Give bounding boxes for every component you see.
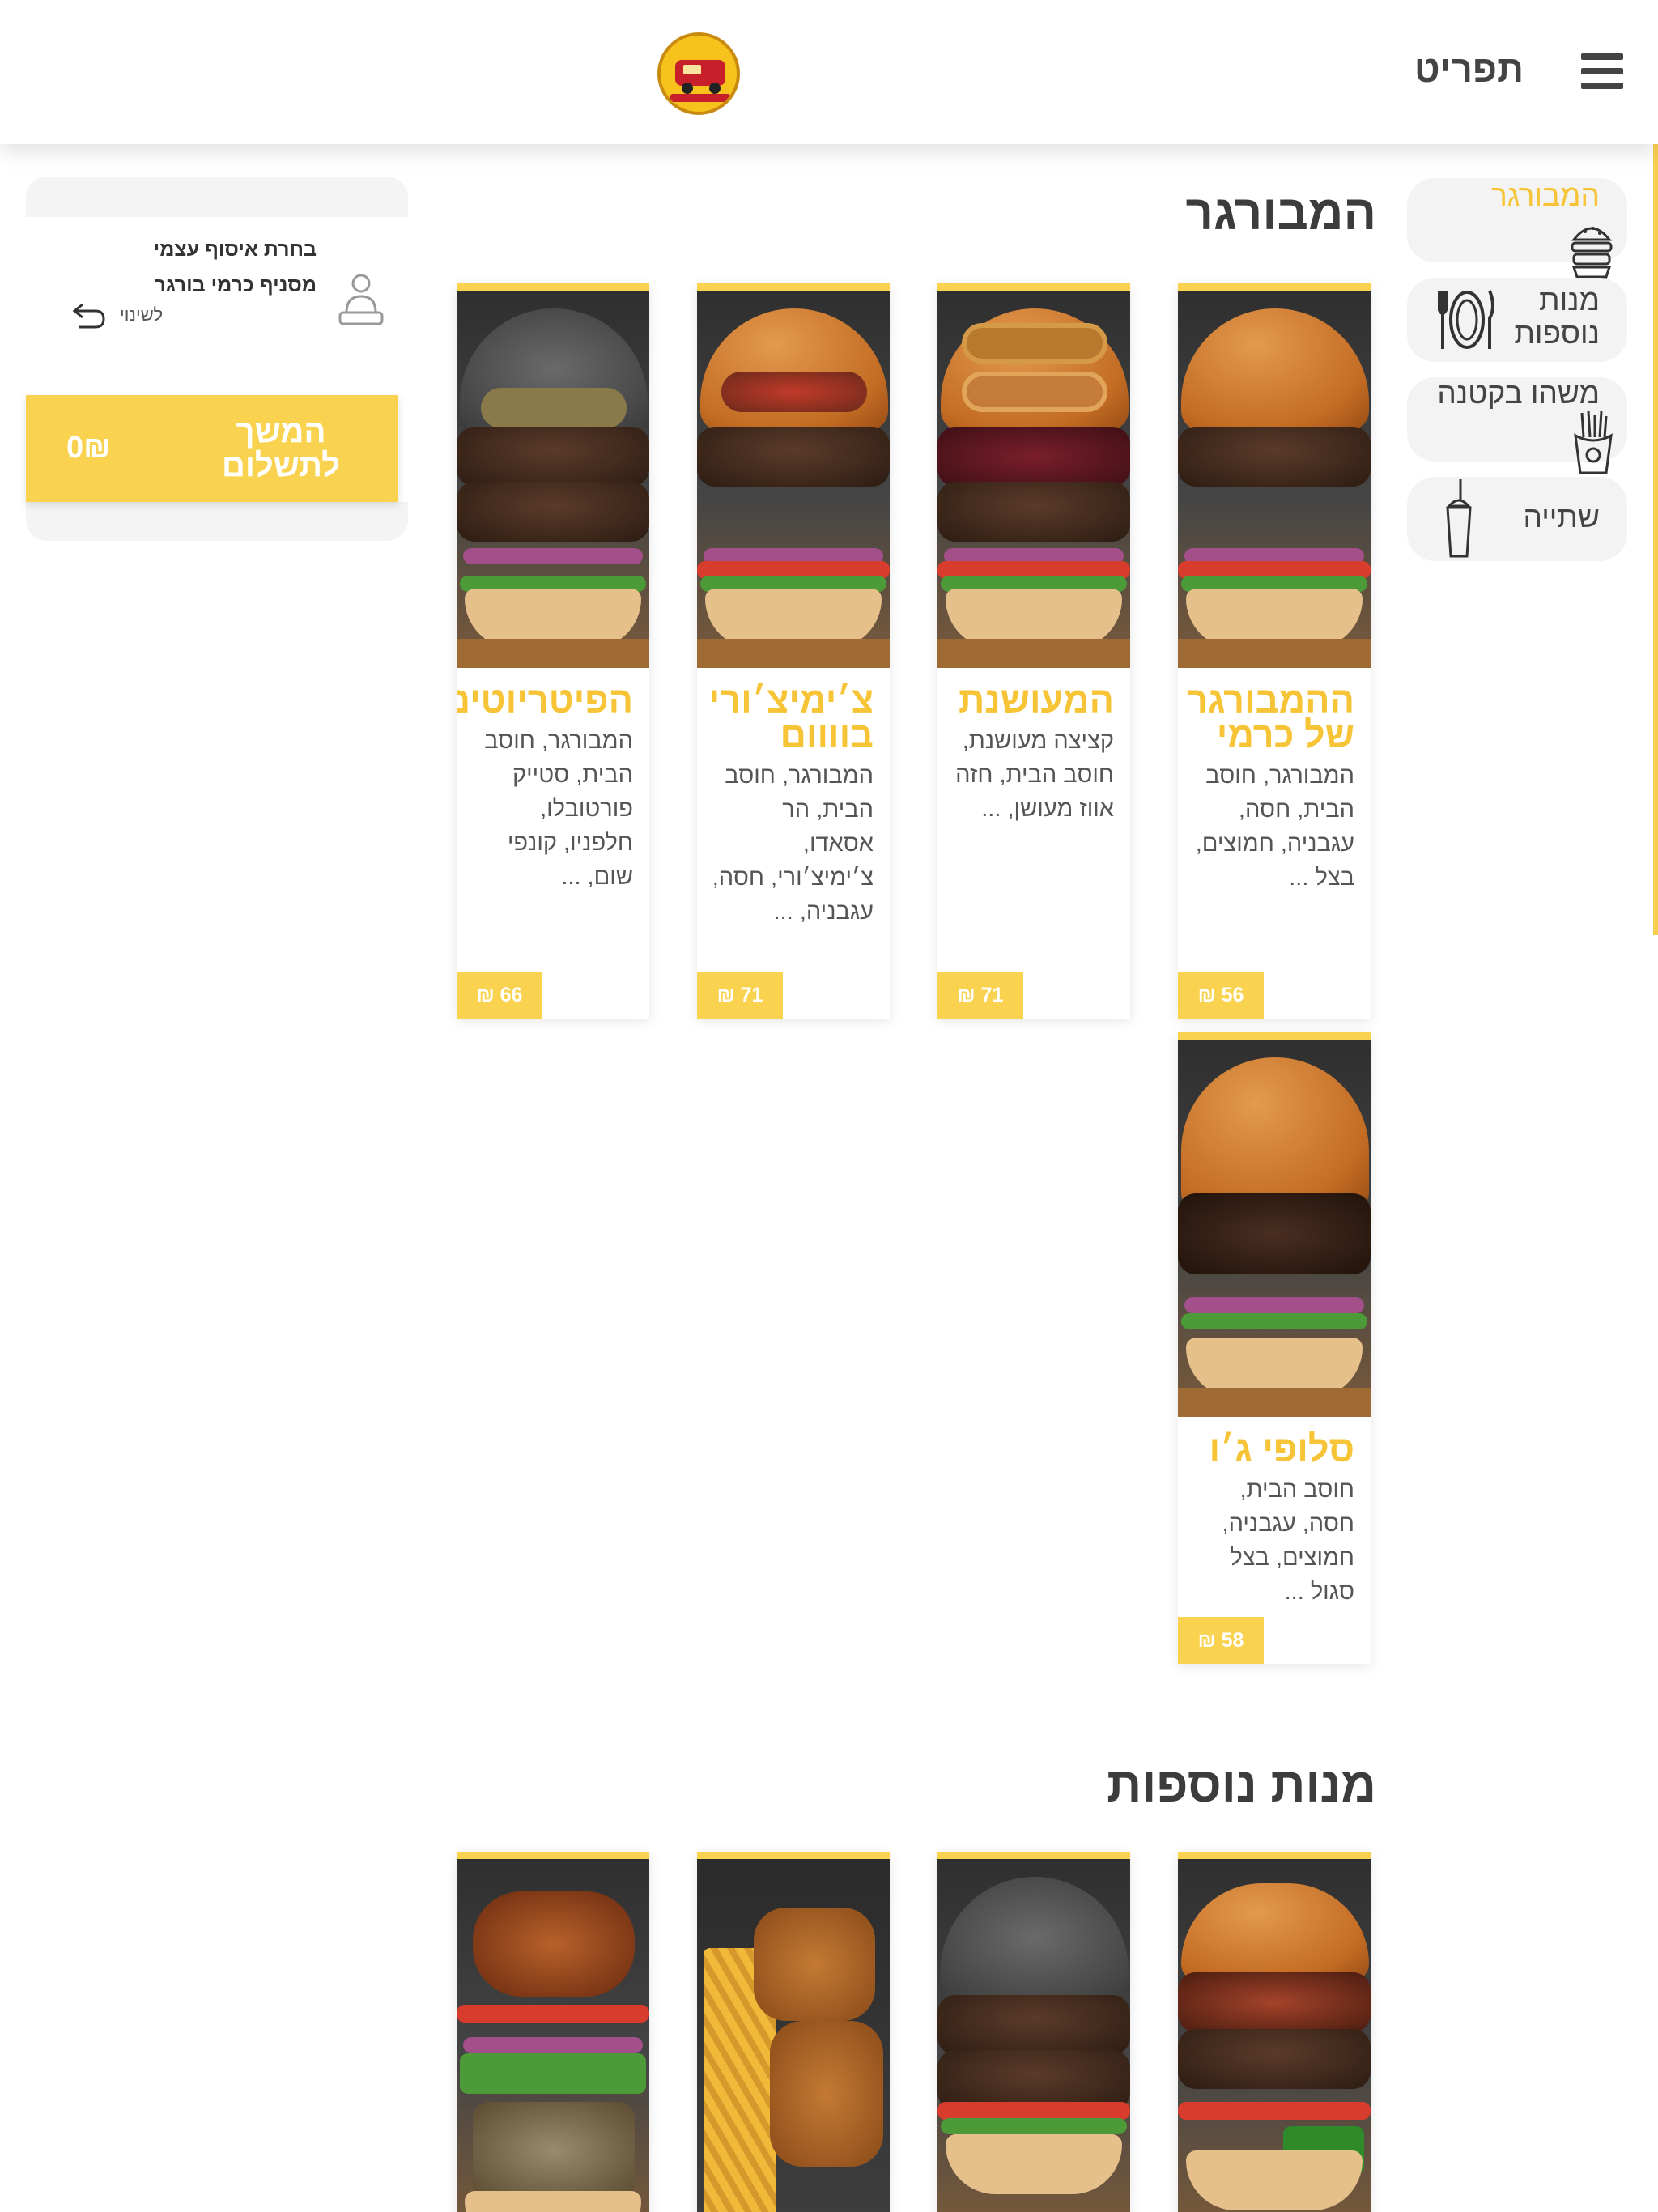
product-card[interactable]: סלופי ג׳ו חוסב הבית, חסה, עגבניה, חמוצים… [1178,1032,1371,1664]
price-badge: ₪ 66 [457,972,542,1019]
plate-cutlery-icon [1438,290,1494,349]
category-label: המבורגר [1491,179,1600,212]
product-name: ההמבורגר של כרמי [1186,679,1354,755]
product-card[interactable] [1178,1852,1371,2212]
checkout-label: המשך לתשלום [222,414,340,483]
hamburger-menu-icon[interactable] [1581,53,1623,89]
product-name: המעושנת [959,679,1114,721]
product-card[interactable] [937,1852,1130,2212]
product-card[interactable]: הפיטריוטים המבורגר, חוסב הבית, סטייק פור… [457,283,649,1019]
product-image [457,1859,649,2212]
product-image [457,291,649,668]
product-card[interactable]: המעושנת קציצה מעושנת, חוסב הבית, חזה אוו… [937,283,1130,1019]
section-title-burgers: המבורגר [1185,185,1376,240]
product-name: סלופי ג׳ו [1209,1428,1354,1470]
product-name: הפיטריוטים [457,679,633,721]
category-burgers[interactable]: המבורגר [1407,178,1627,279]
menu-title: תפריט [1414,48,1524,90]
product-image [697,291,890,668]
product-description: חוסב הבית, חסה, עגבניה, חמוצים, בצל סגול… [1222,1477,1354,1605]
product-description: המבורגר, חוסב הבית, סטייק פורטובלו, חלפנ… [484,728,633,890]
cart-total: 0₪ [66,431,111,465]
price-badge: ₪ 71 [697,972,783,1019]
price-badge: ₪ 58 [1178,1617,1264,1664]
change-label: לשינוי [120,304,164,325]
category-label: מנות נוספות [1514,283,1600,350]
product-image [1178,1040,1371,1417]
product-image [937,1859,1130,2212]
pickup-text: בחרת איסוף עצמי מסניף כרמי בורגר [153,238,317,296]
hot-burger-logo[interactable] [657,32,740,115]
category-side-dishes[interactable]: מנות נוספות [1407,278,1627,362]
product-image [937,291,1130,668]
burger-icon [1571,227,1613,279]
cup-straw-icon [1446,479,1472,558]
product-card[interactable] [457,1852,649,2212]
category-label: משהו בקטנה [1437,376,1600,410]
section-title-side-dishes: מנות נוספות [1107,1758,1376,1812]
undo-arrow-icon [72,303,105,329]
product-card[interactable]: ההמבורגר של כרמי המבורגר, חוסב הבית, חסה… [1178,283,1371,1019]
category-drinks[interactable]: שתייה [1407,477,1627,561]
product-card[interactable]: צ׳ימיצ׳ורי בוווום המבורגר, חוסב הבית, הר… [697,283,890,1019]
product-image [1178,1859,1371,2212]
price-badge: ₪ 71 [937,972,1023,1019]
category-label: שתייה [1523,500,1600,534]
scrollbar[interactable] [1653,117,1658,935]
checkout-button[interactable]: המשך לתשלום 0₪ [26,395,398,502]
product-image [1178,291,1371,668]
product-description: קציצה מעושנת, חוסב הבית, חזה אווז מעושן,… [955,728,1114,822]
change-pickup-button[interactable]: לשינוי [71,296,176,329]
fries-icon [1574,410,1613,474]
product-description: המבורגר, חוסב הבית, חסה, עגבניה, חמוצים,… [1195,763,1354,891]
product-name: צ׳ימיצ׳ורי בוווום [708,679,874,755]
product-card[interactable] [697,1852,890,2212]
price-badge: ₪ 56 [1178,972,1264,1019]
category-snacks[interactable]: משהו בקטנה [1407,376,1627,474]
pickup-person-icon [338,274,384,325]
product-image [697,1859,890,2212]
product-description: המבורגר, חוסב הבית, הר אסאדו, צ׳ימיצ׳ורי… [712,763,874,925]
top-bar: תפריט [0,0,1658,144]
